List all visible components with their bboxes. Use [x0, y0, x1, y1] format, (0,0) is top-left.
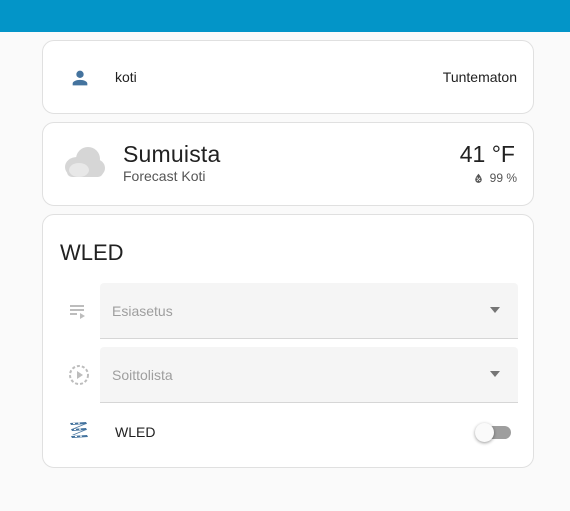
app-header: [0, 0, 570, 32]
person-state: Tuntematon: [442, 69, 517, 85]
play-speed-icon: [69, 365, 89, 385]
chevron-down-icon: [490, 307, 500, 313]
card-title: WLED: [60, 240, 124, 265]
cloud-icon: [65, 147, 105, 177]
toggle-thumb: [475, 423, 494, 442]
water-percent-icon: [474, 173, 482, 183]
weather-humidity: 99 %: [472, 171, 517, 185]
wled-switch-label: WLED: [115, 424, 156, 440]
preset-select-label: Esiasetus: [112, 303, 173, 319]
weather-forecast-card[interactable]: Sumuista Forecast Koti 41 °F 99 %: [42, 122, 534, 206]
person-entity-card[interactable]: koti Tuntematon: [42, 40, 534, 114]
chevron-down-icon: [490, 371, 500, 377]
playlist-select-label: Soittolista: [112, 367, 173, 383]
weather-condition: Sumuista: [123, 141, 221, 167]
wled-toggle-switch[interactable]: [475, 423, 511, 442]
weather-entity-name: Forecast Koti: [123, 168, 206, 184]
playlist-select[interactable]: Soittolista: [100, 347, 518, 403]
led-strip-icon: [70, 422, 88, 438]
person-name: koti: [115, 69, 137, 85]
playlist-play-icon: [70, 305, 85, 319]
weather-temperature: 41 °F: [459, 141, 515, 167]
wled-entities-card: WLED Esiasetus Soittolista WLED: [42, 214, 534, 468]
person-icon: [72, 70, 88, 86]
humidity-value: 99 %: [489, 171, 517, 185]
preset-select[interactable]: Esiasetus: [100, 283, 518, 339]
